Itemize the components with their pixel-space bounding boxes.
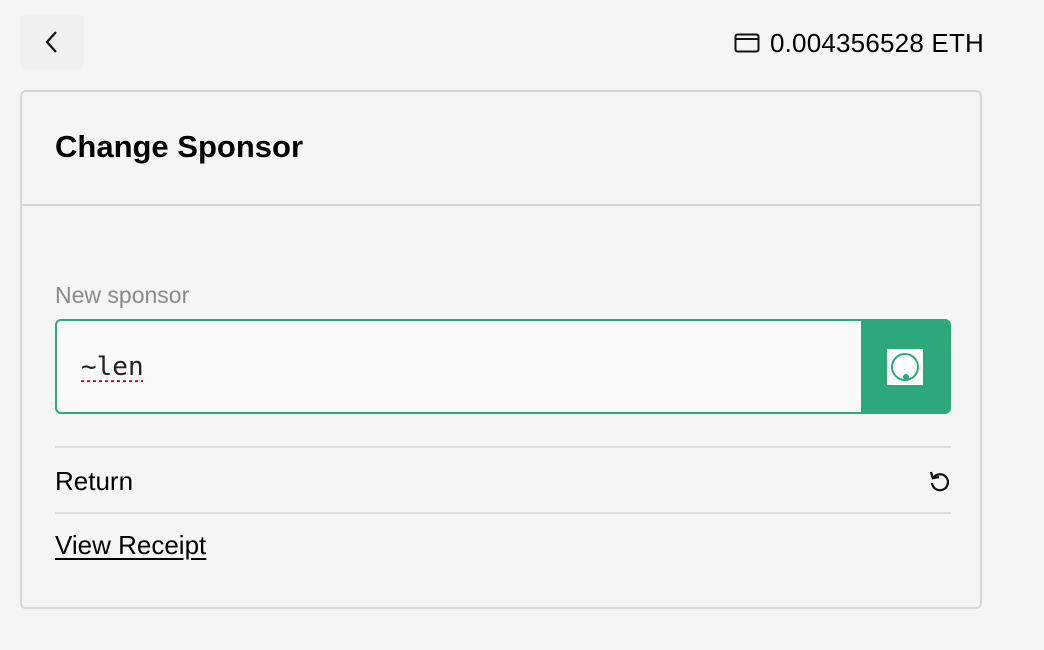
change-sponsor-card: Change Sponsor New sponsor Return View R… bbox=[20, 90, 982, 609]
new-sponsor-input[interactable] bbox=[57, 321, 861, 412]
wallet-icon bbox=[734, 33, 760, 53]
undo-icon bbox=[929, 471, 950, 492]
view-receipt-link[interactable]: View Receipt bbox=[55, 530, 206, 561]
back-button[interactable] bbox=[20, 14, 84, 70]
return-label: Return bbox=[55, 465, 134, 496]
balance-amount: 0.004356528 ETH bbox=[769, 27, 984, 58]
card-header: Change Sponsor bbox=[22, 92, 980, 206]
new-sponsor-input-group bbox=[55, 319, 951, 414]
sigil-scan-icon bbox=[887, 348, 923, 385]
page-title: Change Sponsor bbox=[55, 129, 304, 164]
wallet-balance: 0.004356528 ETH bbox=[734, 26, 984, 60]
divider bbox=[55, 512, 951, 514]
sigil-scan-button[interactable] bbox=[861, 321, 949, 412]
return-button[interactable]: Return bbox=[55, 449, 951, 513]
chevron-left-icon bbox=[45, 31, 57, 53]
divider bbox=[55, 446, 951, 448]
new-sponsor-label: New sponsor bbox=[55, 282, 190, 308]
